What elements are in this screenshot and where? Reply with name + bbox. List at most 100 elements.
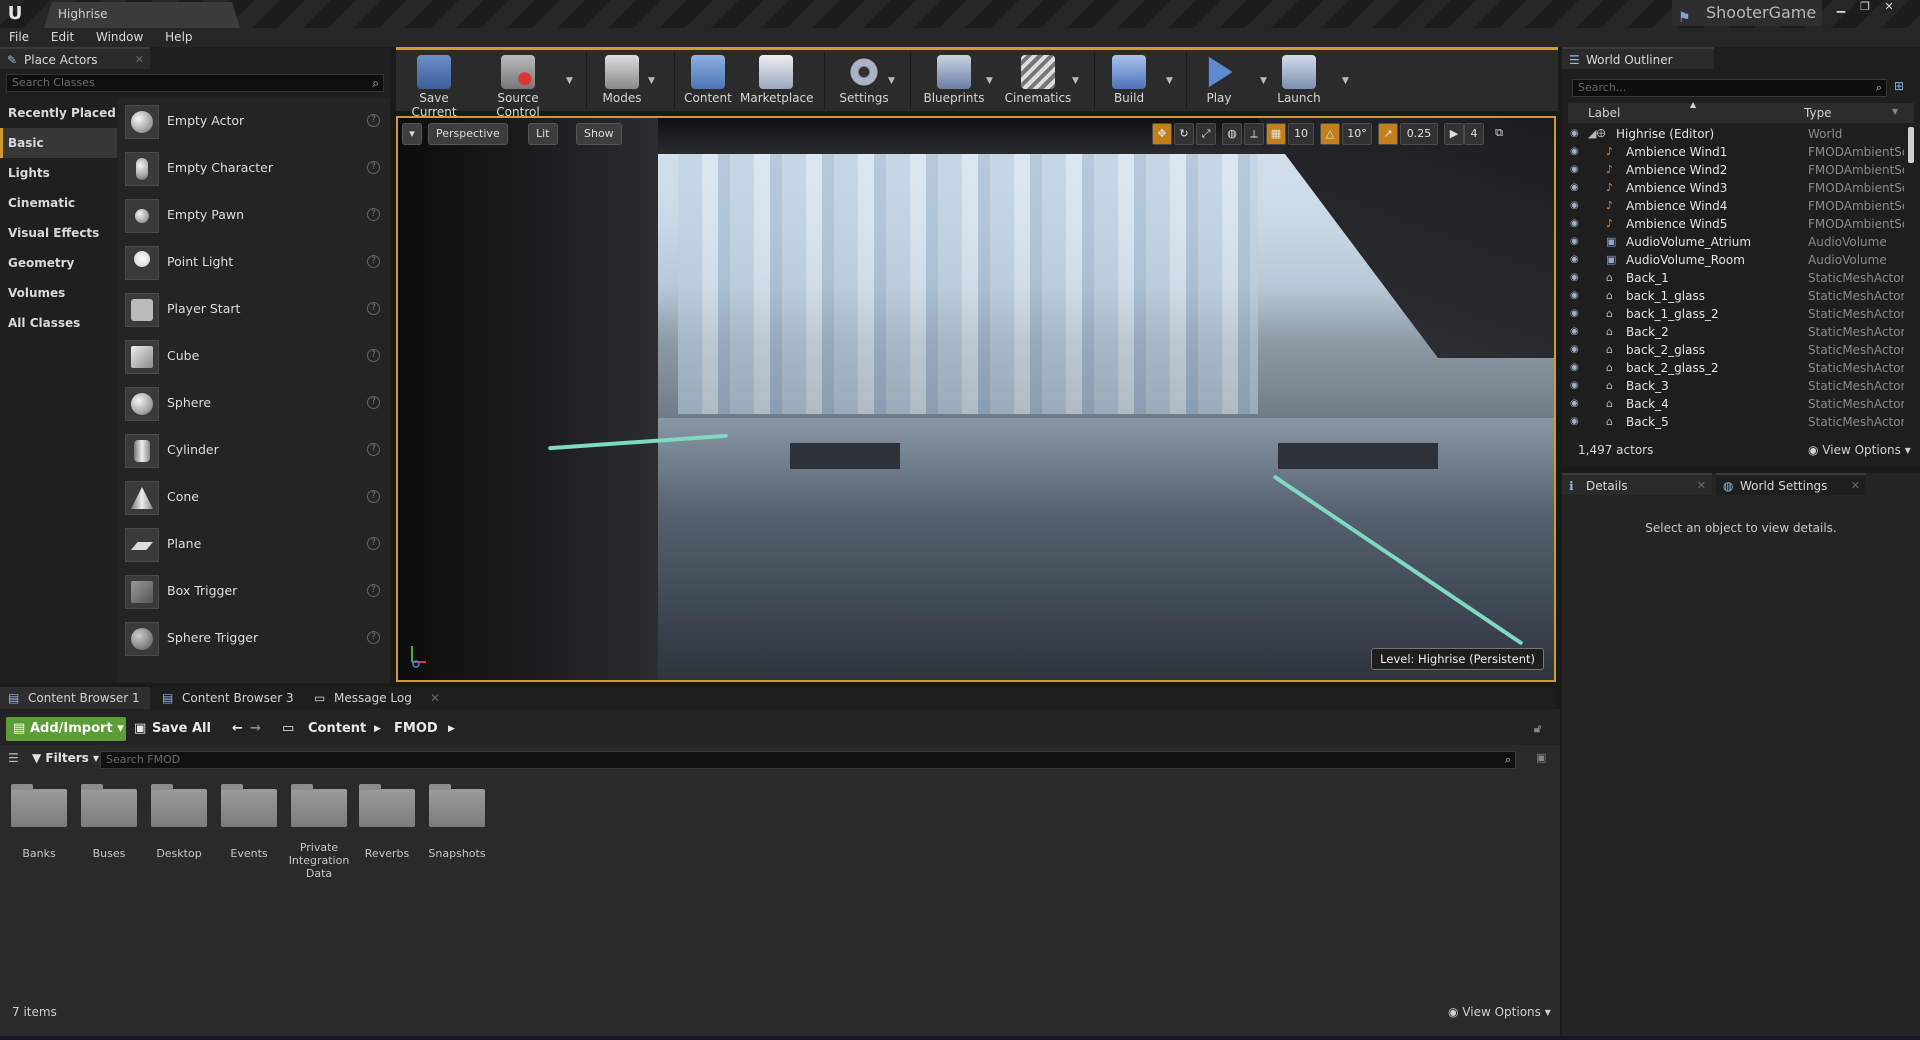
filters-button[interactable]: ▼ Filters ▾ [32,751,99,765]
table-row[interactable]: ◉ ▣ AudioVolume_Atrium AudioVolume [1568,233,1904,251]
level-viewport[interactable]: ▾ Perspective Lit Show ✥ ↻ ⤢ ◍ ⟂ ▦ 10 △ … [396,116,1556,682]
view-options-button[interactable]: ◉ View Options ▾ [1448,1005,1551,1019]
table-row[interactable]: ◉ ⌂ back_1_glass_2 StaticMeshActor [1568,305,1904,323]
help-icon[interactable]: ? [367,302,380,315]
visibility-eye-icon[interactable]: ◉ [1570,269,1579,287]
help-icon[interactable]: ? [367,114,380,127]
maximize-viewport-icon[interactable]: ⧉ [1490,123,1508,145]
category-lights[interactable]: Lights [0,158,117,188]
menu-file[interactable]: File [0,28,38,47]
visibility-eye-icon[interactable]: ◉ [1570,323,1579,341]
tab-content-browser-3[interactable]: ▤ Content Browser 3 [154,687,304,709]
visibility-eye-icon[interactable]: ◉ [1570,359,1579,377]
search-classes-input[interactable]: Search Classes ⌕ [6,74,384,92]
world-local-icon[interactable]: ◍ [1222,123,1242,145]
actor-item[interactable]: Cone? [117,474,390,521]
actor-item[interactable]: Sphere? [117,380,390,427]
surface-snap-icon[interactable]: ⟂ [1244,123,1264,145]
blueprints-button[interactable]: Blueprints [922,53,986,111]
table-row[interactable]: ◉ ⌂ back_1_glass StaticMeshActor [1568,287,1904,305]
table-row[interactable]: ◉ ♪ Ambience Wind3 FMODAmbientSound [1568,179,1904,197]
folder-tile[interactable]: Buses [74,784,144,860]
search-icon[interactable]: ⌕ [1505,752,1511,768]
actor-item[interactable]: Player Start? [117,286,390,333]
save-search-icon[interactable]: ▣ [1536,751,1546,764]
column-type[interactable]: Type [1804,106,1832,120]
tab-place-actors[interactable]: ✎ Place Actors ✕ [0,47,150,69]
modes-button[interactable]: Modes [592,53,652,111]
outliner-search-input[interactable]: Search... ⌕ [1572,79,1887,97]
search-fmod-input[interactable]: Search FMOD ⌕ [100,751,1516,769]
visibility-eye-icon[interactable]: ◉ [1570,305,1579,323]
category-all-classes[interactable]: All Classes [0,308,117,338]
source-control-dropdown-icon[interactable]: ▼ [566,76,573,86]
actor-item[interactable]: Empty Character? [117,145,390,192]
visibility-eye-icon[interactable]: ◉ [1570,197,1579,215]
help-icon[interactable]: ? [367,349,380,362]
close-tab-icon[interactable]: ✕ [135,49,144,71]
table-row[interactable]: ◉ ⌂ Back_1 StaticMeshActor [1568,269,1904,287]
tab-content-browser-1[interactable]: ▤ Content Browser 1 [0,687,150,709]
table-row[interactable]: ◉ ⌂ back_2_glass_2 StaticMeshActor [1568,359,1904,377]
camera-speed-icon[interactable]: ▶ [1444,123,1464,145]
actor-item[interactable]: Point Light? [117,239,390,286]
marketplace-button[interactable]: Marketplace [740,53,814,111]
table-row[interactable]: ◉ ⌂ Back_3 StaticMeshActor [1568,377,1904,395]
menu-help[interactable]: Help [156,28,201,47]
play-dropdown-icon[interactable]: ▼ [1260,76,1267,86]
search-icon[interactable]: ⌕ [1876,80,1882,96]
grid-snap-value[interactable]: 10 [1288,123,1314,145]
actor-item[interactable]: Plane? [117,521,390,568]
actor-item[interactable]: Cube? [117,333,390,380]
translate-icon[interactable]: ✥ [1152,123,1172,145]
table-row[interactable]: ◉ ⌂ back_2_glass StaticMeshActor [1568,341,1904,359]
outliner-view-options-button[interactable]: ◉ View Options ▾ [1808,443,1911,457]
content-button[interactable]: Content [682,53,734,111]
close-tab-icon[interactable]: ✕ [1851,475,1860,497]
menu-edit[interactable]: Edit [42,28,83,47]
viewport-options-button[interactable]: ▾ [402,123,422,145]
save-current-button[interactable]: Save Current [398,53,470,119]
modes-dropdown-icon[interactable]: ▼ [648,76,655,86]
category-basic[interactable]: Basic [0,128,117,158]
category-geometry[interactable]: Geometry [0,248,117,278]
breadcrumb-fmod[interactable]: FMOD [394,717,438,741]
actor-item[interactable]: Empty Pawn? [117,192,390,239]
breadcrumb-content[interactable]: Content [308,717,366,741]
breadcrumb-separator-icon[interactable]: ▶ [374,717,381,741]
cinematics-button[interactable]: Cinematics [1002,53,1074,111]
menu-window[interactable]: Window [87,28,152,47]
minimize-icon[interactable]: ▁ [1830,0,1852,16]
project-name[interactable]: ⚑ ShooterGame [1672,0,1822,26]
perspective-button[interactable]: Perspective [428,123,508,145]
folder-tile[interactable]: Reverbs [352,784,422,860]
show-button[interactable]: Show [576,123,622,145]
visibility-eye-icon[interactable]: ◉ [1570,341,1579,359]
table-row[interactable]: ◉ ⌂ Back_4 StaticMeshActor [1568,395,1904,413]
folder-tile[interactable]: Snapshots [422,784,492,860]
create-folder-icon[interactable]: ⊞ [1894,79,1904,93]
actor-item[interactable]: Sphere Trigger? [117,615,390,662]
search-icon[interactable]: ⌕ [372,75,379,91]
launch-button[interactable]: Launch [1272,53,1326,111]
outliner-scrollbar[interactable] [1908,127,1914,163]
scale-icon[interactable]: ⤢ [1196,123,1216,145]
add-import-button[interactable]: ▤ Add/Import ▾ [6,717,126,741]
help-icon[interactable]: ? [367,161,380,174]
blueprints-dropdown-icon[interactable]: ▼ [986,76,993,86]
settings-dropdown-icon[interactable]: ▼ [888,76,895,86]
document-tab[interactable]: Highrise [44,2,240,28]
help-icon[interactable]: ? [367,443,380,456]
table-row[interactable]: ◉ ♪ Ambience Wind4 FMODAmbientSound [1568,197,1904,215]
help-icon[interactable]: ? [367,208,380,221]
folder-tile[interactable]: Desktop [144,784,214,860]
lock-icon[interactable]: 🔓︎ [1534,717,1541,741]
folder-tile[interactable]: Events [214,784,284,860]
category-cinematic[interactable]: Cinematic [0,188,117,218]
forward-arrow-icon[interactable]: → [250,717,261,741]
sources-toggle-icon[interactable]: ☰ [8,751,19,765]
column-dropdown-icon[interactable]: ▼ [1892,107,1898,116]
actor-item[interactable]: Cylinder? [117,427,390,474]
actor-item[interactable]: Empty Actor? [117,98,390,145]
build-dropdown-icon[interactable]: ▼ [1166,76,1173,86]
